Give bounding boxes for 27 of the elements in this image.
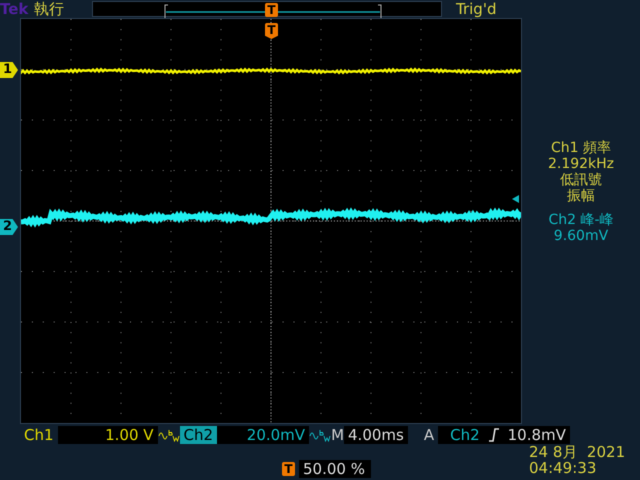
measurement-value: 9.60mV bbox=[552, 228, 610, 244]
trigger-level-icon bbox=[512, 195, 519, 203]
trigger-status: Trig'd bbox=[456, 0, 496, 18]
trigger-position-icon: T bbox=[265, 23, 278, 39]
measurement-value: 2.192kHz bbox=[546, 156, 616, 172]
trigger-position-value: 50.00 % bbox=[299, 460, 371, 478]
trigger-source: Ch2 bbox=[449, 426, 480, 444]
measurement-note: 低訊號 bbox=[559, 172, 603, 188]
date-text: 24 8月 2021 bbox=[529, 444, 626, 460]
trigger-position-icon: T bbox=[282, 462, 295, 476]
measurement-label: Ch1 頻率 bbox=[550, 140, 612, 156]
measurement-note: 振幅 bbox=[566, 188, 596, 204]
time-text: 04:49:33 bbox=[529, 460, 598, 476]
timebase-label: M bbox=[331, 426, 344, 444]
trigger-mode: A bbox=[424, 426, 434, 444]
channel-label[interactable]: Ch2 bbox=[180, 426, 218, 444]
brand-logo: Tek bbox=[0, 0, 30, 18]
vertical-scale: 1.00 V bbox=[58, 426, 158, 444]
channel-marker[interactable]: 1 bbox=[0, 62, 18, 78]
vertical-scale: 20.0mV bbox=[217, 426, 310, 444]
channel-marker[interactable]: 2 bbox=[0, 219, 18, 235]
measurement-label: Ch2 峰-峰 bbox=[547, 212, 615, 228]
trigger-level: 10.8mV bbox=[508, 426, 566, 444]
timebase-value: 4.00ms bbox=[344, 426, 408, 444]
trigger-marker-icon: T bbox=[265, 3, 278, 17]
channel-label[interactable]: Ch1 bbox=[20, 426, 58, 444]
run-state: 執行 bbox=[34, 0, 65, 18]
